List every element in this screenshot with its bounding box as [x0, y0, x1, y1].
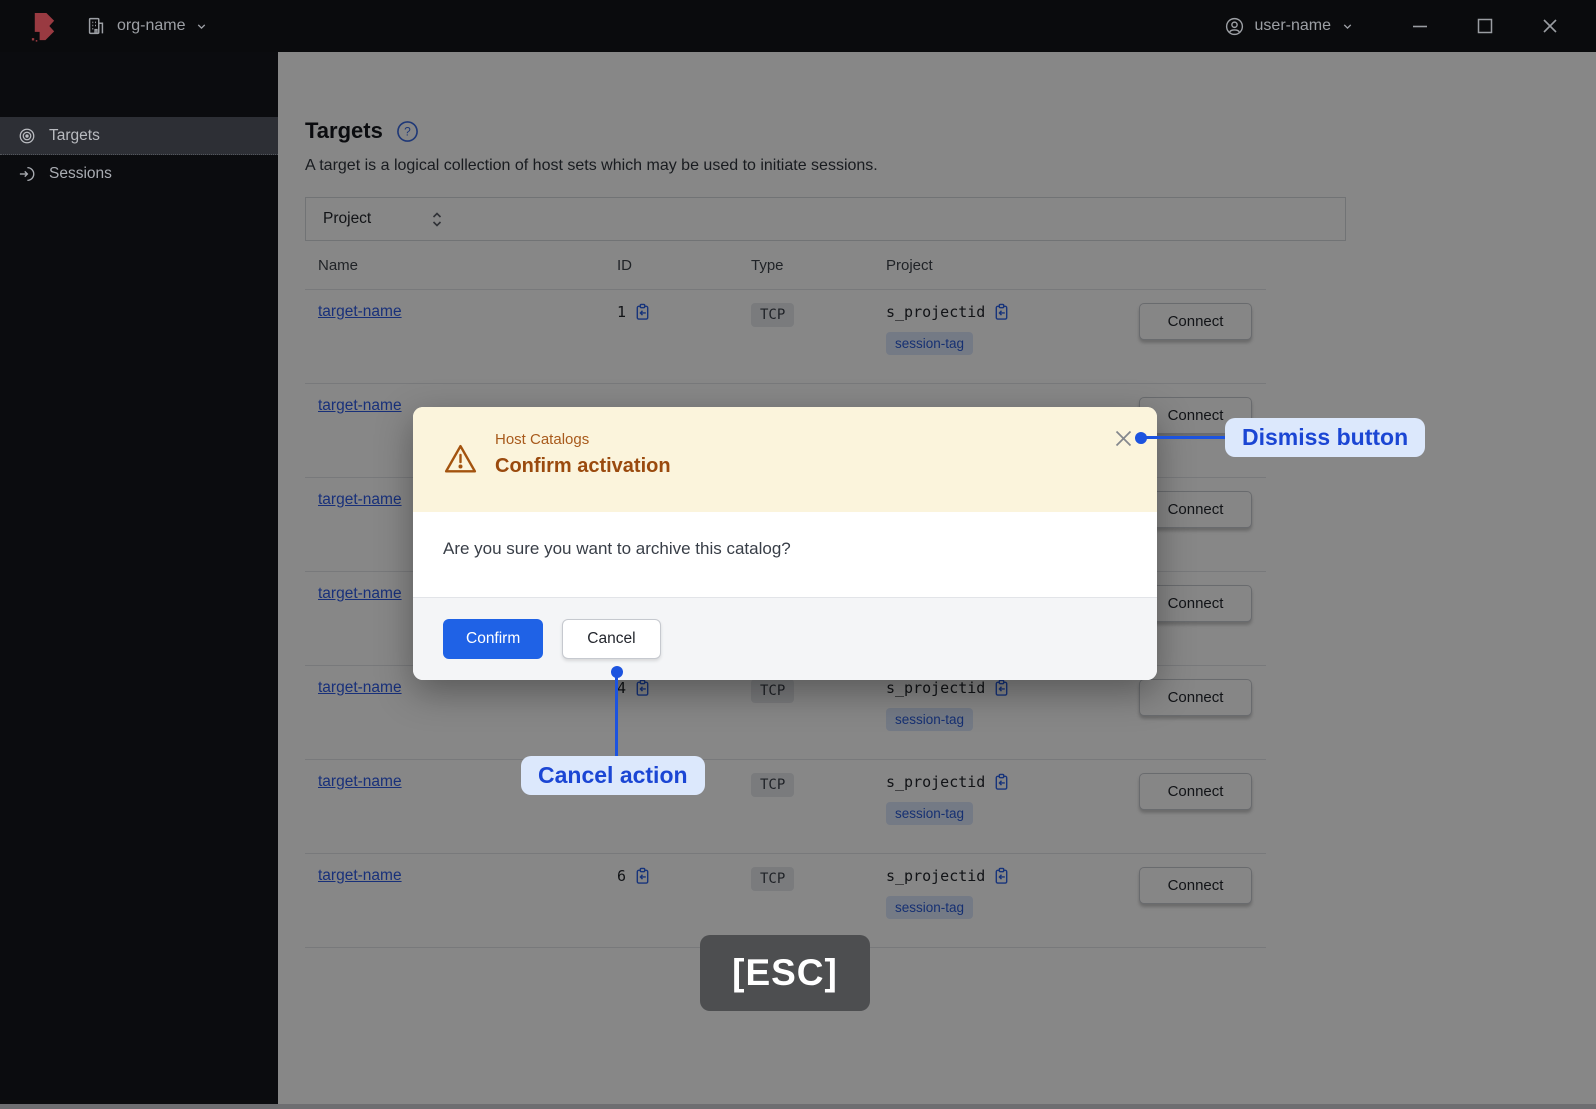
org-switcher[interactable]: org-name: [85, 15, 208, 37]
sidebar: Targets Sessions: [0, 52, 278, 1109]
cancel-annotation-dot: [611, 666, 623, 678]
sidebar-item-targets[interactable]: Targets: [0, 117, 278, 155]
boundary-logo: [28, 10, 59, 43]
org-icon: [85, 15, 107, 37]
session-arrow-icon: [18, 165, 36, 183]
user-name-label: user-name: [1254, 17, 1331, 34]
confirm-dialog: Host Catalogs Confirm activation Are you…: [413, 407, 1157, 680]
cancel-annotation-line: [615, 672, 618, 758]
cancel-button[interactable]: Cancel: [562, 619, 661, 659]
warning-icon: [443, 443, 478, 512]
org-name-label: org-name: [117, 17, 186, 34]
maximize-button[interactable]: [1475, 16, 1495, 36]
dialog-footer: Confirm Cancel: [413, 597, 1157, 680]
cancel-annotation-label: Cancel action: [521, 756, 705, 795]
user-icon: [1224, 16, 1245, 37]
sidebar-item-label: Sessions: [49, 165, 112, 182]
esc-key-indicator: [ESC]: [700, 935, 870, 1011]
minimize-button[interactable]: [1410, 16, 1430, 36]
dialog-kicker: Host Catalogs: [495, 431, 590, 448]
dismiss-annotation-dot: [1135, 432, 1147, 444]
dismiss-annotation-label: Dismiss button: [1225, 418, 1426, 457]
close-window-button[interactable]: [1540, 16, 1560, 36]
sidebar-item-sessions[interactable]: Sessions: [0, 155, 278, 193]
user-menu[interactable]: user-name: [1224, 16, 1354, 37]
window-bottom-edge: [0, 1104, 1596, 1109]
dismiss-button[interactable]: [1114, 429, 1133, 448]
dialog-message: Are you sure you want to archive this ca…: [443, 539, 791, 558]
chevron-down-icon: [1341, 20, 1354, 33]
dialog-header: Host Catalogs Confirm activation: [413, 407, 1157, 512]
sidebar-item-label: Targets: [49, 126, 100, 144]
dialog-title: Confirm activation: [495, 455, 671, 477]
chevron-down-icon: [195, 20, 208, 33]
titlebar: org-name user-name: [0, 0, 1596, 52]
target-icon: [18, 127, 36, 145]
confirm-button[interactable]: Confirm: [443, 619, 544, 659]
dismiss-annotation-line: [1141, 436, 1233, 439]
